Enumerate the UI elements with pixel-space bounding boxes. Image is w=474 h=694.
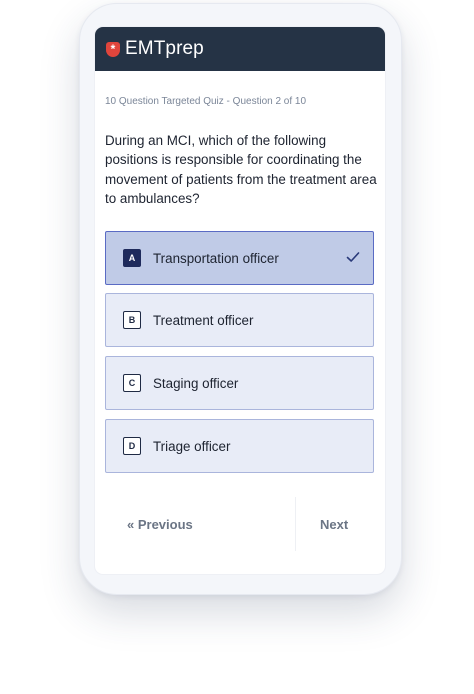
quiz-screen: * EMTprep 10 Question Targeted Quiz - Qu… — [95, 27, 385, 574]
answer-option-c[interactable]: C Staging officer — [105, 356, 374, 410]
option-letter-b: B — [123, 311, 141, 329]
quiz-progress-label: 10 Question Targeted Quiz - Question 2 o… — [105, 96, 307, 107]
emtprep-logo-icon: * — [106, 41, 120, 57]
nav-divider — [295, 497, 296, 551]
answer-option-d[interactable]: D Triage officer — [105, 419, 374, 473]
app-header: * EMTprep — [95, 27, 385, 71]
option-label-d: Triage officer — [153, 438, 231, 454]
question-text: During an MCI, which of the following po… — [105, 133, 377, 206]
answer-option-b[interactable]: B Treatment officer — [105, 293, 374, 347]
next-button[interactable]: Next — [320, 517, 348, 532]
previous-button[interactable]: « Previous — [127, 517, 193, 532]
option-label-c: Staging officer — [153, 375, 239, 391]
option-letter-a: A — [123, 249, 141, 267]
option-label-a: Transportation officer — [153, 250, 279, 266]
option-label-b: Treatment officer — [153, 312, 254, 328]
checkmark-icon — [346, 252, 360, 262]
option-letter-d: D — [123, 437, 141, 455]
answer-option-a[interactable]: A Transportation officer — [105, 231, 374, 285]
app-logo-text: EMTprep — [125, 38, 204, 59]
option-letter-c: C — [123, 374, 141, 392]
